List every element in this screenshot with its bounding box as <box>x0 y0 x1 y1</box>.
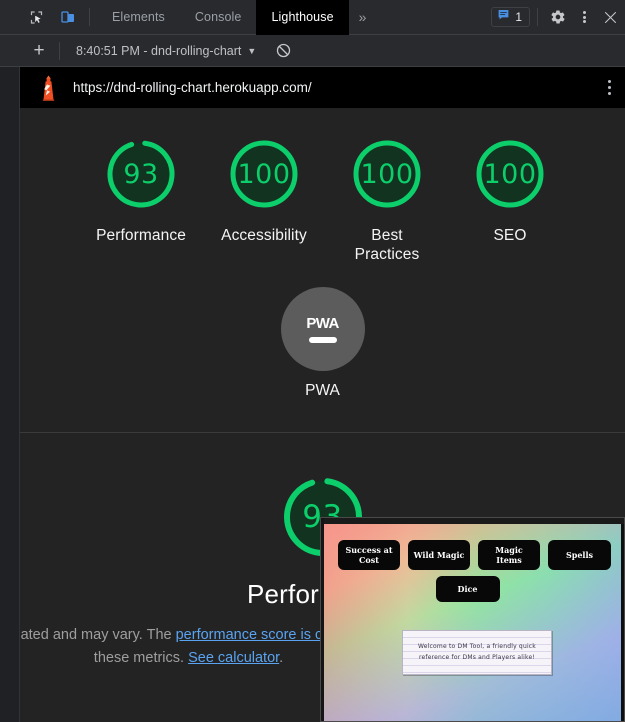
gauge-value-accessibility: 100 <box>237 158 291 190</box>
thumbnail-button-row: Success at Cost Wild Magic Magic Items S… <box>324 524 621 570</box>
score-gauges-row: 93 Performance 100 Accessibility 100 Bes… <box>20 132 625 265</box>
tab-console[interactable]: Console <box>180 0 257 35</box>
score-performance[interactable]: 93 Performance <box>96 132 186 265</box>
thumb-button-spells: Spells <box>548 540 611 570</box>
left-gutter <box>0 67 20 722</box>
chevron-down-icon: ▼ <box>247 45 257 56</box>
devtools-window: Elements Console Lighthouse » 1 + 8:40:5… <box>0 0 625 722</box>
gauge-value-best-practices: 100 <box>360 158 414 190</box>
gauge-value-performance: 93 <box>123 158 159 190</box>
inspect-element-icon[interactable] <box>22 3 50 31</box>
pwa-badge-text: PWA <box>306 314 339 332</box>
perf-desc-text-1: Values are estimated and may vary. The <box>20 626 172 643</box>
messages-count: 1 <box>515 10 522 24</box>
score-best-practices[interactable]: 100 Best Practices <box>345 132 430 265</box>
report-run-label: 8:40:51 PM - dnd-rolling-chart <box>76 43 242 58</box>
report-url[interactable]: https://dnd-rolling-chart.herokuapp.com/ <box>73 80 312 95</box>
score-label-accessibility: Accessibility <box>221 227 307 244</box>
tab-elements[interactable]: Elements <box>97 0 180 35</box>
score-seo[interactable]: 100 SEO <box>468 132 553 265</box>
report-run-selector[interactable]: 8:40:51 PM - dnd-rolling-chart ▼ <box>76 44 256 58</box>
thumbnail-page-content: Success at Cost Wild Magic Magic Items S… <box>324 524 621 721</box>
toolbar-divider <box>89 8 90 26</box>
clear-all-icon[interactable] <box>272 40 294 62</box>
pwa-dash-icon <box>308 336 337 343</box>
gauge-value-seo: 100 <box>483 158 537 190</box>
lighthouse-logo-icon <box>38 75 59 101</box>
device-toolbar-icon[interactable] <box>54 3 82 31</box>
thumb-button-dice: Dice <box>435 576 500 602</box>
gauge-best-practices: 100 <box>345 132 429 216</box>
thumbnail-welcome-note: Welcome to DM Tool, a friendly quick ref… <box>402 630 552 675</box>
score-label-best-practices: Best Practices <box>354 227 420 263</box>
score-accessibility[interactable]: 100 Accessibility <box>221 132 307 265</box>
devtools-toolbar: Elements Console Lighthouse » 1 <box>0 0 625 35</box>
gauge-performance: 93 <box>99 132 183 216</box>
lighthouse-subtoolbar: + 8:40:51 PM - dnd-rolling-chart ▼ <box>0 35 625 67</box>
gear-icon[interactable] <box>545 4 571 30</box>
messages-button[interactable]: 1 <box>491 7 530 27</box>
thumb-button-magic-items: Magic Items <box>478 540 540 570</box>
page-screenshot-thumbnail[interactable]: Success at Cost Wild Magic Magic Items S… <box>320 517 625 722</box>
thumb-button-wild-magic: Wild Magic <box>408 540 470 570</box>
gauge-accessibility: 100 <box>222 132 306 216</box>
new-report-button[interactable]: + <box>26 38 52 64</box>
lighthouse-report: https://dnd-rolling-chart.herokuapp.com/… <box>20 67 625 722</box>
score-label-pwa: PWA <box>305 381 340 399</box>
thumbnail-note-line-2: reference for DMs and Players alike! <box>418 653 535 661</box>
pwa-badge: PWA <box>280 286 365 371</box>
report-options-icon[interactable] <box>608 79 617 96</box>
thumbnail-note-text: Welcome to DM Tool, a friendly quick ref… <box>418 642 536 664</box>
perf-desc-text-3: . <box>279 650 284 667</box>
thumbnail-note-line-1: Welcome to DM Tool, a friendly quick <box>418 642 536 650</box>
score-pwa[interactable]: PWA PWA <box>20 286 625 422</box>
subtoolbar-divider <box>59 41 60 60</box>
thumbnail-button-row-2: Dice <box>324 576 621 602</box>
see-calculator-link[interactable]: See calculator <box>188 650 279 666</box>
report-url-bar: https://dnd-rolling-chart.herokuapp.com/ <box>20 67 625 108</box>
gauge-seo: 100 <box>468 132 552 216</box>
toolbar-right-group: 1 <box>491 0 625 35</box>
toolbar-divider-2 <box>537 8 538 26</box>
more-tabs-icon[interactable]: » <box>349 0 377 35</box>
score-label-performance: Performance <box>96 227 186 244</box>
score-label-seo: SEO <box>493 227 527 244</box>
thumb-button-success-at-cost: Success at Cost <box>338 540 400 570</box>
kebab-menu-icon[interactable] <box>571 4 597 30</box>
score-gauges-section: 93 Performance 100 Accessibility 100 Bes… <box>20 108 625 432</box>
close-icon[interactable] <box>597 4 623 30</box>
messages-icon <box>497 8 510 26</box>
tab-lighthouse[interactable]: Lighthouse <box>256 0 349 35</box>
